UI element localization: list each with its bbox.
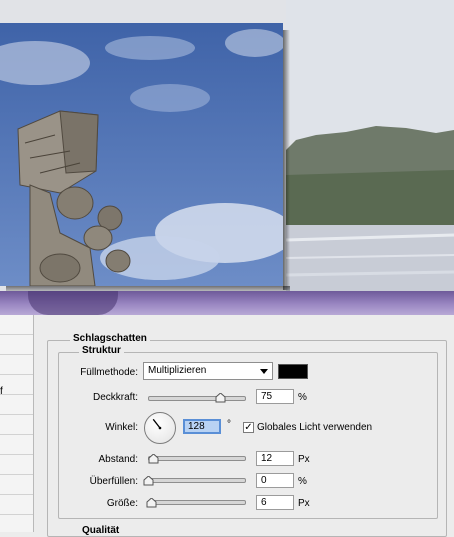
section-title: Schlagschatten <box>70 333 150 344</box>
list-item[interactable] <box>0 495 33 515</box>
layer-style-dialog: f Schlagschatten Struktur Füllmethode: M… <box>0 315 454 537</box>
list-item[interactable] <box>0 455 33 475</box>
list-item[interactable] <box>0 395 33 415</box>
spread-input[interactable]: 0 <box>256 473 294 488</box>
angle-value: 128 <box>188 421 205 432</box>
degree-unit: ° <box>227 419 231 430</box>
group-title-quality: Qualität <box>79 525 123 536</box>
canvas-preview <box>0 0 454 296</box>
drop-shadow-right <box>283 30 290 290</box>
angle-dial[interactable] <box>144 412 176 444</box>
spread-label: Überfüllen: <box>89 476 138 487</box>
size-unit: Px <box>298 498 310 509</box>
spread-slider[interactable] <box>148 478 246 483</box>
opacity-input[interactable]: 75 <box>256 389 294 404</box>
list-item[interactable] <box>0 375 33 395</box>
list-item[interactable] <box>0 355 33 375</box>
group-title-structure: Struktur <box>79 345 124 356</box>
angle-input[interactable]: 128 <box>183 419 221 434</box>
distance-input[interactable]: 12 <box>256 451 294 466</box>
size-slider[interactable] <box>148 500 246 505</box>
list-item[interactable] <box>0 315 33 335</box>
opacity-slider[interactable] <box>148 396 246 401</box>
angle-needle-icon <box>152 418 162 430</box>
blend-mode-value: Multiplizieren <box>148 365 207 376</box>
chevron-down-icon <box>260 369 268 374</box>
global-light-label: Globales Licht verwenden <box>257 422 373 433</box>
list-item[interactable] <box>0 475 33 495</box>
checkmark-icon: ✓ <box>244 422 253 433</box>
size-input[interactable]: 6 <box>256 495 294 510</box>
angle-label: Winkel: <box>105 422 138 433</box>
opacity-unit: % <box>298 392 307 403</box>
shadow-color-swatch[interactable] <box>278 364 308 379</box>
list-item[interactable] <box>0 335 33 355</box>
spread-unit: % <box>298 476 307 487</box>
list-item[interactable] <box>0 435 33 455</box>
purple-overlay-strip <box>0 291 454 315</box>
wood-sculpture-photo <box>0 23 283 286</box>
list-item[interactable] <box>0 415 33 435</box>
blend-mode-label: Füllmethode: <box>80 367 138 378</box>
blend-mode-select[interactable]: Multiplizieren <box>143 362 273 380</box>
distance-slider[interactable] <box>148 456 246 461</box>
styles-list: f <box>0 315 34 532</box>
distance-unit: Px <box>298 454 310 465</box>
global-light-checkbox[interactable]: ✓ <box>243 422 254 433</box>
distance-label: Abstand: <box>98 454 138 465</box>
opacity-label: Deckkraft: <box>92 392 138 403</box>
background-landscape-image <box>286 0 454 296</box>
size-label: Größe: <box>106 498 138 509</box>
